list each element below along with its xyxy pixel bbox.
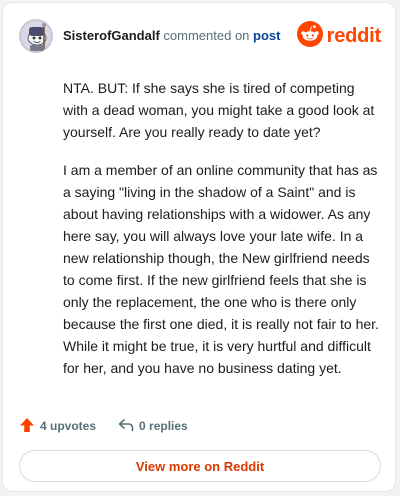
upvote-count: 4 upvotes <box>40 419 97 433</box>
comment-header: SisterofGandalf commented on post reddit <box>19 19 381 53</box>
reply-count: 0 replies <box>139 419 188 433</box>
comment-meta: SisterofGandalf commented on post <box>63 28 281 43</box>
commented-on-text: commented on <box>163 28 250 43</box>
upvote-button[interactable]: 4 upvotes <box>19 417 96 436</box>
reddit-logo-icon <box>296 20 323 52</box>
post-link[interactable]: post <box>253 28 280 43</box>
comment-embed-card: SisterofGandalf commented on post reddit <box>2 2 396 492</box>
comment-actions: 4 upvotes 0 replies <box>19 416 210 436</box>
comment-body: NTA. BUT: If she says she is tired of co… <box>63 77 379 395</box>
reply-arrow-icon <box>118 417 139 436</box>
reddit-wordmark: reddit <box>326 24 382 47</box>
comment-paragraph: I am a member of an online community tha… <box>63 162 379 376</box>
reddit-brand[interactable]: reddit <box>296 20 382 52</box>
user-avatar-icon[interactable] <box>19 19 53 53</box>
replies-button[interactable]: 0 replies <box>118 417 188 436</box>
author-username[interactable]: SisterofGandalf <box>63 28 160 43</box>
upvote-arrow-icon <box>19 417 40 436</box>
view-more-on-reddit-button[interactable]: View more on Reddit <box>19 450 381 482</box>
comment-paragraph: NTA. BUT: If she says she is tired of co… <box>63 80 375 140</box>
